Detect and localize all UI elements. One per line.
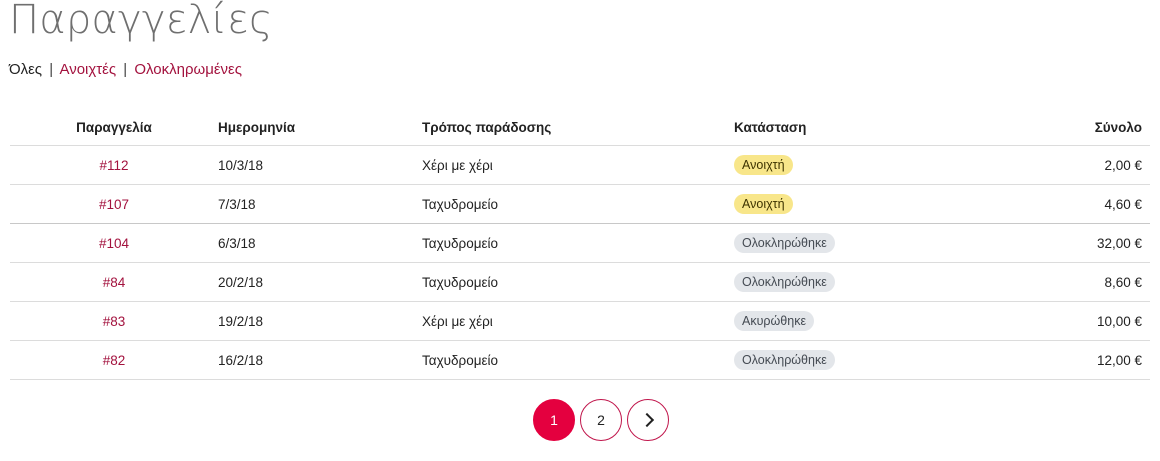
page-title: Παραγγελίες	[9, 0, 273, 43]
header-order: Παραγγελία	[10, 109, 218, 146]
order-link[interactable]: #112	[99, 158, 128, 173]
orders-table: Παραγγελία Ημερομηνία Τρόπος παράδοσης Κ…	[10, 109, 1150, 380]
status-badge: Ολοκληρώθηκε	[734, 350, 835, 370]
order-date: 10/3/18	[218, 145, 422, 185]
order-shipping: Χέρι με χέρι	[422, 145, 734, 185]
table-row: #104 6/3/18 Ταχυδρομείο Ολοκληρώθηκε 32,…	[10, 223, 1150, 263]
order-shipping: Ταχυδρομείο	[422, 184, 734, 224]
order-shipping: Ταχυδρομείο	[422, 340, 734, 380]
order-total: 32,00 €	[1016, 223, 1150, 263]
order-link[interactable]: #82	[103, 353, 126, 368]
table-header-row: Παραγγελία Ημερομηνία Τρόπος παράδοσης Κ…	[10, 109, 1150, 146]
order-total: 4,60 €	[1016, 184, 1150, 224]
order-link[interactable]: #83	[103, 314, 126, 329]
filter-completed-link[interactable]: Ολοκληρωμένες	[134, 61, 242, 78]
page-button-1[interactable]: 1	[533, 399, 575, 441]
status-badge: Ολοκληρώθηκε	[734, 272, 835, 292]
order-shipping: Ταχυδρομείο	[422, 262, 734, 302]
status-badge: Ακυρώθηκε	[734, 311, 815, 331]
order-total: 12,00 €	[1016, 340, 1150, 380]
order-shipping: Ταχυδρομείο	[422, 223, 734, 263]
order-shipping: Χέρι με χέρι	[422, 301, 734, 341]
order-total: 2,00 €	[1016, 145, 1150, 185]
order-link[interactable]: #104	[99, 236, 129, 251]
header-date: Ημερομηνία	[218, 109, 422, 146]
order-link[interactable]: #107	[99, 197, 129, 212]
chevron-right-icon	[639, 412, 654, 428]
filter-separator: |	[123, 61, 128, 78]
header-shipping: Τρόπος παράδοσης	[422, 109, 734, 146]
pagination: 1 2	[533, 399, 669, 441]
order-date: 16/2/18	[218, 340, 422, 380]
order-date: 6/3/18	[218, 223, 422, 263]
order-date: 7/3/18	[218, 184, 422, 224]
order-total: 10,00 €	[1016, 301, 1150, 341]
next-page-button[interactable]	[627, 399, 669, 441]
filter-open-link[interactable]: Ανοιχτές	[59, 61, 116, 78]
order-date: 20/2/18	[218, 262, 422, 302]
status-badge: Ολοκληρώθηκε	[734, 233, 835, 253]
order-filters: Όλες | Ανοιχτές | Ολοκληρωμένες	[9, 60, 242, 80]
header-total: Σύνολο	[1016, 109, 1150, 146]
order-date: 19/2/18	[218, 301, 422, 341]
order-link[interactable]: #84	[103, 275, 126, 290]
header-status: Κατάσταση	[734, 109, 1016, 146]
order-total: 8,60 €	[1016, 262, 1150, 302]
table-row: #82 16/2/18 Ταχυδρομείο Ολοκληρώθηκε 12,…	[10, 340, 1150, 380]
orders-page: Παραγγελίες Όλες | Ανοιχτές | Ολοκληρωμέ…	[0, 0, 1160, 461]
filter-separator: |	[49, 61, 54, 78]
table-row: #107 7/3/18 Ταχυδρομείο Ανοιχτή 4,60 €	[10, 184, 1150, 224]
filter-all[interactable]: Όλες	[9, 61, 42, 78]
table-row: #84 20/2/18 Ταχυδρομείο Ολοκληρώθηκε 8,6…	[10, 262, 1150, 302]
status-badge: Ανοιχτή	[734, 194, 793, 214]
table-row: #83 19/2/18 Χέρι με χέρι Ακυρώθηκε 10,00…	[10, 301, 1150, 341]
table-row: #112 10/3/18 Χέρι με χέρι Ανοιχτή 2,00 €	[10, 145, 1150, 185]
page-button-2[interactable]: 2	[580, 399, 622, 441]
status-badge: Ανοιχτή	[734, 155, 793, 175]
